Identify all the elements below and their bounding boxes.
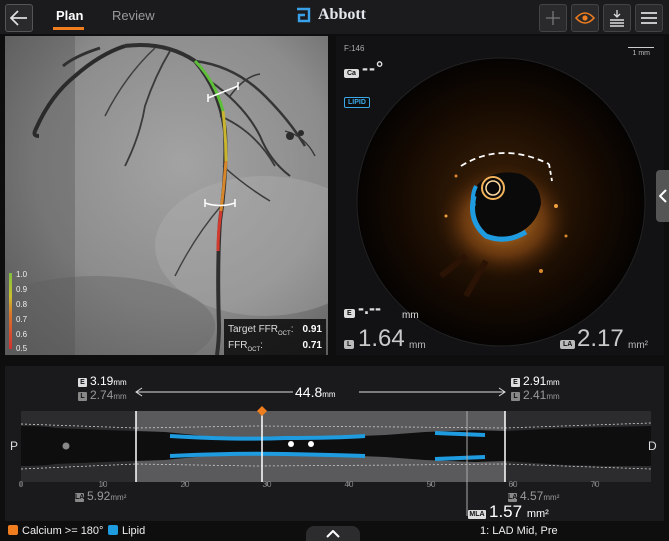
- collapse-panel-button[interactable]: [306, 526, 360, 541]
- right-area-value: 4.57: [520, 489, 544, 503]
- ffr-color-bar: [9, 273, 12, 349]
- view-toggle-button[interactable]: [571, 4, 599, 32]
- plus-icon: [546, 11, 560, 25]
- axis-tick-label: 60: [509, 480, 518, 489]
- lumen-diameter-unit: mm: [409, 340, 426, 351]
- e-pill: E: [344, 309, 355, 318]
- ffr-label: FFR: [228, 340, 248, 351]
- footer-bar: Calcium >= 180° Lipid 1: LAD Mid, Pre: [0, 521, 669, 541]
- e-unit: mm: [402, 310, 419, 321]
- lipid-legend-label: Lipid: [122, 525, 146, 537]
- chevron-up-icon: [326, 530, 340, 538]
- left-reference-area: LA 5.92mm²: [75, 489, 127, 503]
- segment-length-unit: mm: [322, 390, 336, 399]
- l-pill: L: [344, 340, 355, 349]
- scale-label: 1 mm: [632, 50, 651, 57]
- mla-value: 1.57: [489, 502, 523, 521]
- lipid-legend: Lipid: [108, 525, 145, 537]
- right-reference-area: LA 4.57mm²: [508, 489, 560, 503]
- add-button[interactable]: [539, 4, 567, 32]
- target-ffr-label: Target FFR: [228, 324, 279, 335]
- axis-tick-label: 0: [19, 480, 24, 489]
- ffr-subscript: OCT: [247, 347, 261, 353]
- frame-number: F:146: [344, 44, 365, 53]
- scale-bar: [628, 47, 654, 48]
- side-panel-toggle[interactable]: [656, 170, 669, 222]
- la-pill: LA: [560, 340, 576, 349]
- pullback-location[interactable]: 1: LAD Mid, Pre: [480, 525, 558, 537]
- back-button[interactable]: [5, 4, 33, 32]
- oct-cross-section-image: [356, 57, 646, 347]
- abbott-logo-icon: [297, 7, 311, 23]
- axis-tick-label: 20: [181, 480, 190, 489]
- active-tab-indicator: [53, 27, 84, 30]
- target-ffr-value: 0.91: [302, 324, 322, 335]
- lumen-diameter-value: 1.64: [358, 325, 405, 352]
- target-ffr-subscript: OCT: [278, 331, 291, 337]
- axis-tick-label: 40: [345, 480, 354, 489]
- calcium-legend-label: Calcium >= 180°: [22, 525, 104, 537]
- menu-icon: [641, 12, 657, 24]
- legend-label: 0.9: [16, 285, 28, 294]
- brand-name: Abbott: [318, 6, 367, 23]
- left-area-unit: mm²: [110, 493, 127, 502]
- axis-tick-label: 30: [263, 480, 272, 489]
- menu-button[interactable]: [635, 4, 663, 32]
- export-icon: [610, 10, 624, 27]
- ffr-color-legend: 1.0 0.9 0.8 0.7 0.6 0.5: [9, 270, 35, 353]
- axis-tick-label: 50: [427, 480, 436, 489]
- top-bar: Plan Review Abbott: [0, 0, 669, 34]
- lumen-area-value: 2.17: [577, 325, 624, 352]
- lipid-pill: LIPID: [344, 97, 370, 108]
- calcium-swatch: [8, 525, 18, 535]
- left-area-value: 5.92: [87, 489, 111, 503]
- back-arrow-icon: [10, 10, 27, 26]
- lumen-area-unit: mm²: [628, 340, 648, 351]
- angiogram-view[interactable]: 1.0 0.9 0.8 0.7 0.6 0.5 Target FFROCT: 0…: [5, 36, 328, 355]
- lipid-swatch: [108, 525, 118, 535]
- distal-label: D: [648, 439, 657, 453]
- legend-label: 0.6: [16, 330, 28, 339]
- legend-label: 0.8: [16, 300, 28, 309]
- proximal-label: P: [10, 439, 19, 453]
- legend-label: 0.5: [16, 344, 28, 353]
- segment-length-value: 44.8: [295, 384, 323, 400]
- ffr-value: 0.71: [302, 340, 322, 351]
- legend-label: 1.0: [16, 270, 28, 279]
- calcium-legend: Calcium >= 180°: [8, 525, 103, 537]
- axis-tick-label: 70: [591, 480, 600, 489]
- angiogram-image: [5, 36, 328, 355]
- e-value: -.--: [358, 298, 381, 318]
- axis-tick-label: 10: [99, 480, 108, 489]
- calcium-angle-value: --°: [362, 58, 385, 78]
- calcium-angle-pill: Ca: [344, 69, 359, 78]
- chevron-left-icon: [658, 189, 667, 203]
- eye-icon: [575, 12, 595, 24]
- mla-measure: MLA 1.57 mm²: [468, 502, 549, 521]
- export-button[interactable]: [603, 4, 631, 32]
- ffr-readout: Target FFROCT: 0.91 FFROCT: 0.71: [224, 319, 326, 355]
- tab-plan[interactable]: Plan: [56, 8, 83, 23]
- segment-length: 44.8mm: [295, 384, 336, 400]
- right-area-unit: mm²: [543, 493, 560, 502]
- oct-cross-section-view[interactable]: F:146 1 mm Ca --° LIPID E -.-- mm L 1.64…: [336, 36, 664, 355]
- longitudinal-view[interactable]: E 3.19mm L 2.74mm E 2.91mm L 2.41mm 0 10…: [5, 366, 664, 521]
- tab-review[interactable]: Review: [112, 8, 155, 23]
- brand-logo: Abbott: [296, 6, 366, 24]
- legend-label: 0.7: [16, 315, 28, 324]
- mla-unit: mm²: [526, 508, 549, 520]
